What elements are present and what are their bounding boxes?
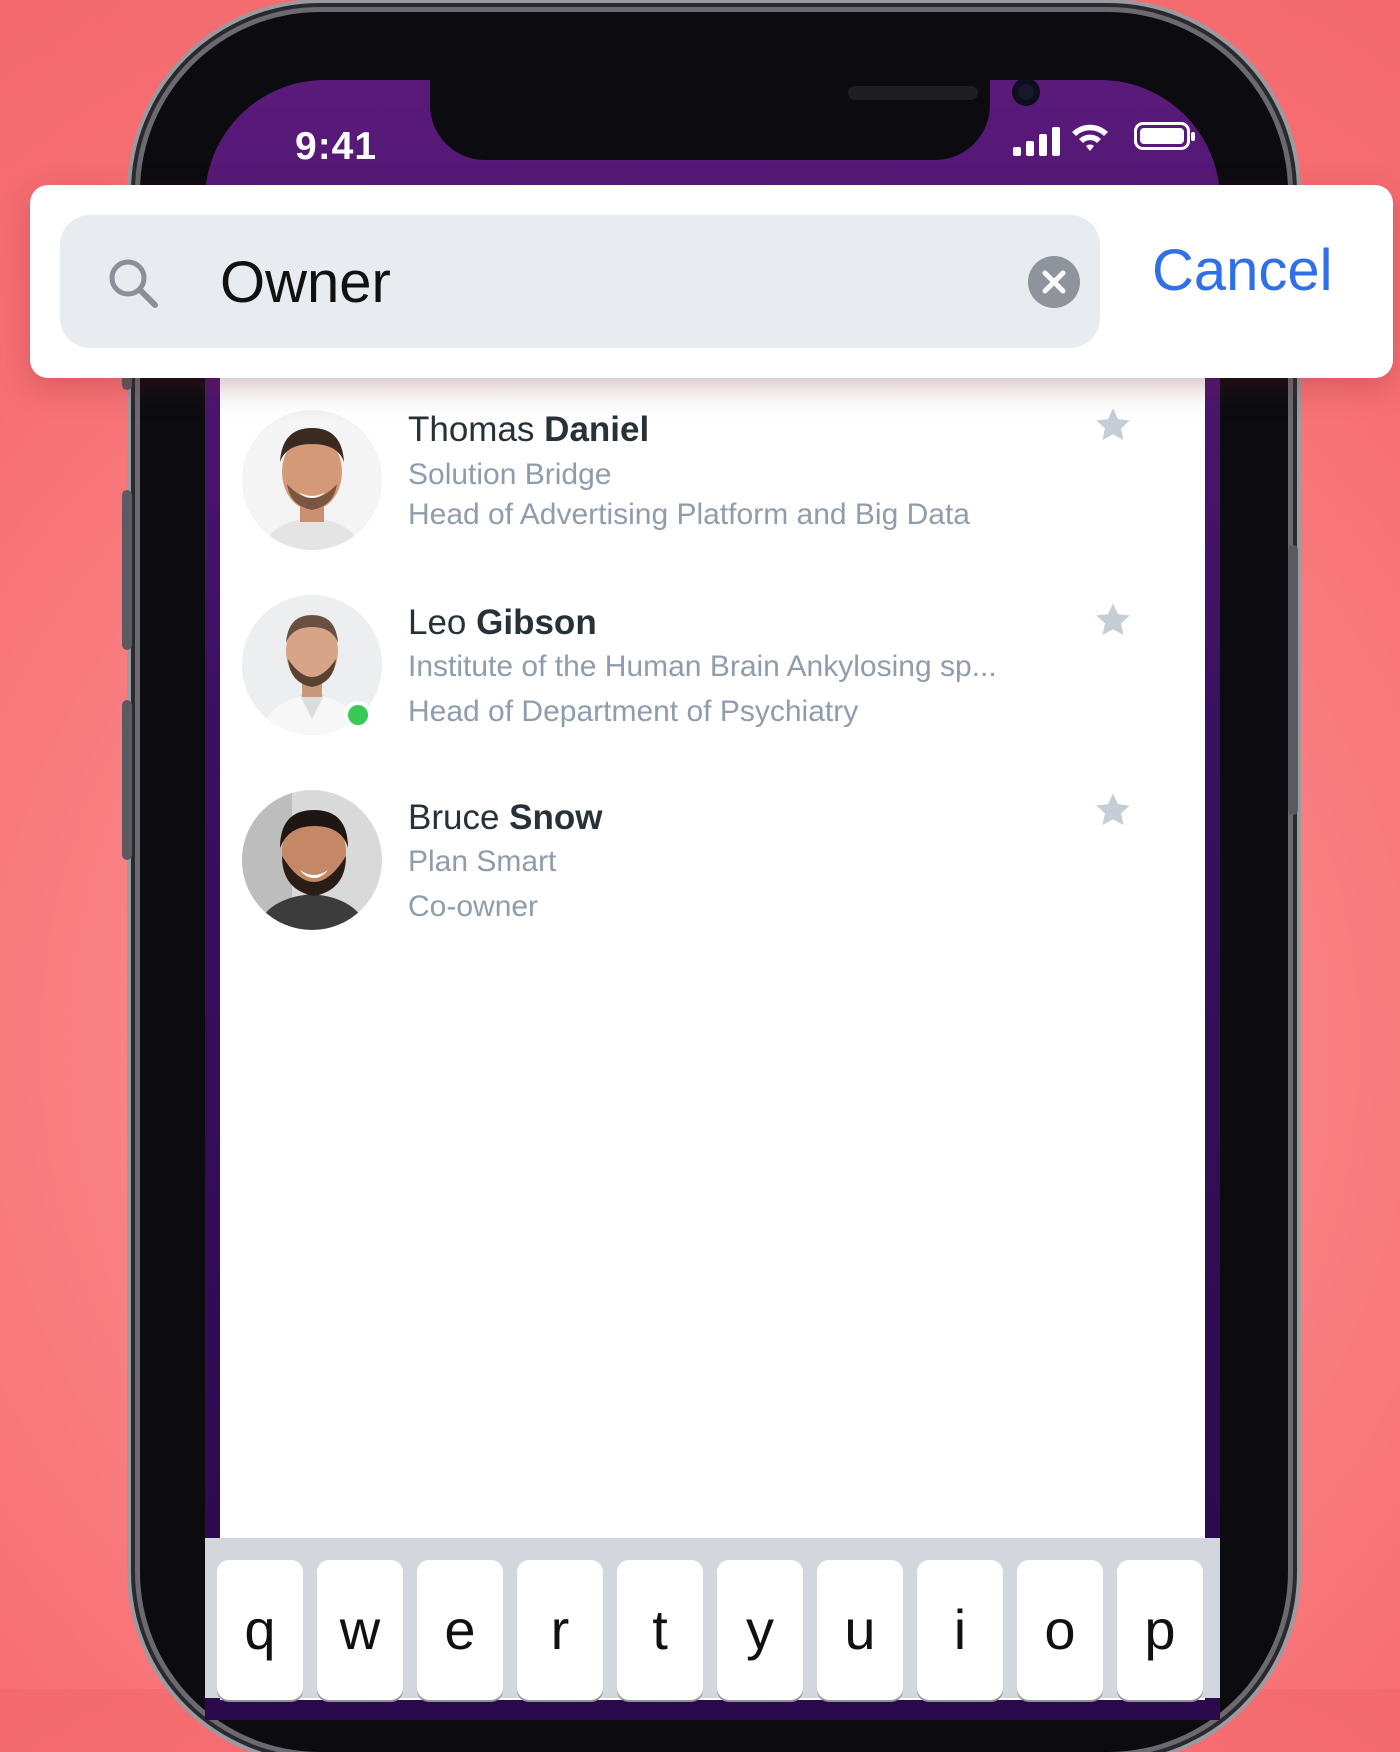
signal-icon: [1013, 126, 1060, 156]
search-query[interactable]: Owner: [220, 249, 391, 316]
contact-row[interactable]: Bruce Snow Plan Smart Co-owner: [220, 790, 1205, 970]
volume-down-button: [122, 700, 132, 860]
contact-row[interactable]: Thomas Daniel Solution Bridge Head of Ad…: [220, 408, 1205, 590]
wifi-icon: [1072, 124, 1108, 151]
avatar: [242, 410, 382, 550]
search-input[interactable]: Owner: [60, 215, 1100, 348]
contact-company: Plan Smart: [408, 845, 557, 878]
star-icon[interactable]: [1093, 790, 1133, 830]
star-icon[interactable]: [1093, 405, 1133, 445]
key-w[interactable]: w: [317, 1560, 403, 1700]
avatar: [242, 790, 382, 930]
contact-last-name: Daniel: [544, 410, 650, 449]
contact-name: Bruce Snow: [408, 798, 603, 838]
search-icon: [109, 259, 158, 308]
key-p[interactable]: p: [1117, 1560, 1203, 1700]
contact-first-name: Thomas: [408, 410, 535, 449]
status-bar: 9:41: [205, 80, 1220, 190]
online-status-indicator: [344, 701, 372, 729]
key-i[interactable]: i: [917, 1560, 1003, 1700]
battery-icon: [1134, 122, 1195, 150]
key-o[interactable]: o: [1017, 1560, 1103, 1700]
key-q[interactable]: q: [217, 1560, 303, 1700]
key-y[interactable]: y: [717, 1560, 803, 1700]
contact-role: Head of Department of Psychiatry: [408, 695, 859, 728]
key-e[interactable]: e: [417, 1560, 503, 1700]
contact-name: Thomas Daniel: [408, 410, 649, 450]
star-icon[interactable]: [1093, 600, 1133, 640]
contact-first-name: Leo: [408, 603, 467, 642]
contact-last-name: Gibson: [476, 603, 597, 642]
key-u[interactable]: u: [817, 1560, 903, 1700]
search-results-list: Thomas Daniel Solution Bridge Head of Ad…: [220, 360, 1205, 1700]
volume-up-button: [122, 490, 132, 650]
keyboard: q w e r t y u i o p: [205, 1538, 1220, 1700]
contact-company: Institute of the Human Brain Ankylosing …: [408, 650, 997, 683]
notch: [430, 80, 1040, 160]
contact-first-name: Bruce: [408, 798, 500, 837]
power-button: [1288, 545, 1298, 815]
contact-role: Head of Advertising Platform and Big Dat…: [408, 498, 970, 531]
speaker: [848, 86, 978, 100]
key-r[interactable]: r: [517, 1560, 603, 1700]
contact-row[interactable]: Leo Gibson Institute of the Human Brain …: [220, 595, 1205, 775]
contact-role: Co-owner: [408, 890, 539, 923]
cancel-button[interactable]: Cancel: [1152, 237, 1333, 304]
key-t[interactable]: t: [617, 1560, 703, 1700]
contact-name: Leo Gibson: [408, 603, 597, 643]
contact-last-name: Snow: [509, 798, 603, 837]
contact-company: Solution Bridge: [408, 458, 612, 491]
front-camera: [1012, 80, 1040, 106]
clear-icon[interactable]: [1028, 256, 1080, 308]
search-bar: Owner Cancel: [30, 185, 1393, 378]
status-time: 9:41: [295, 125, 378, 168]
